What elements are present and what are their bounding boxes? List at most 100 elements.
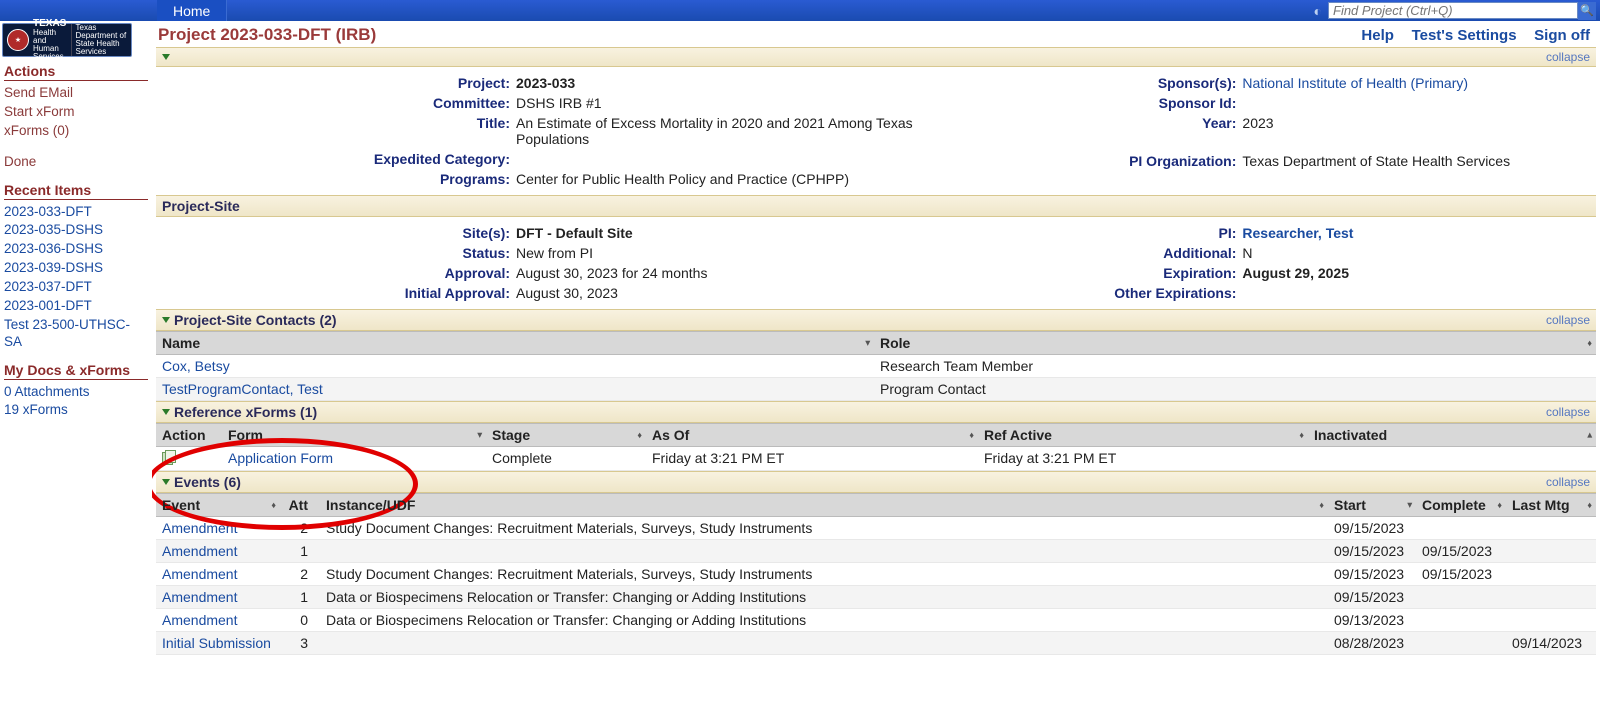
sidebar-recent-item[interactable]: 2023-036-DSHS (4, 240, 148, 259)
value-sponsors[interactable]: National Institute of Health (Primary) (1242, 73, 1596, 93)
collapse-link[interactable]: collapse (1546, 50, 1590, 64)
event-complete (1416, 517, 1506, 539)
sidebar-recent-item[interactable]: Test 23-500-UTHSC-SA (4, 316, 148, 352)
col-role[interactable]: Role♦ (874, 332, 1596, 354)
col-lastmtg[interactable]: Last Mtg♦ (1506, 494, 1596, 516)
collapse-link[interactable]: collapse (1546, 475, 1590, 489)
value-piorg: Texas Department of State Health Service… (1242, 151, 1596, 171)
value-initial: August 30, 2023 (516, 283, 962, 303)
logo-line2: Health and Human Services (33, 29, 67, 61)
sidebar-action-done[interactable]: Done (4, 153, 148, 172)
event-start: 09/13/2023 (1328, 609, 1416, 631)
col-event[interactable]: Event♦ (156, 494, 280, 516)
value-status: New from PI (516, 243, 962, 263)
label-year: Year: (962, 113, 1242, 133)
caret-down-icon[interactable] (162, 409, 170, 415)
event-complete (1416, 632, 1506, 654)
title-bar: Project 2023-033-DFT (IRB) Help Test's S… (152, 21, 1600, 47)
event-link[interactable]: Amendment (162, 520, 237, 536)
events-title: Events (6) (174, 474, 241, 490)
sidebar-recent-item[interactable]: 2023-033-DFT (4, 203, 148, 222)
sidebar-docs-xforms[interactable]: 19 xForms (4, 401, 148, 420)
col-action[interactable]: Action (156, 424, 222, 446)
value-otherexp (1242, 283, 1596, 303)
contact-name-link[interactable]: Cox, Betsy (162, 358, 230, 374)
sidebar-recent-item[interactable]: 2023-035-DSHS (4, 221, 148, 240)
refforms-title: Reference xForms (1) (174, 404, 317, 420)
signoff-link[interactable]: Sign off (1534, 27, 1590, 44)
event-complete (1416, 609, 1506, 631)
event-complete: 09/15/2023 (1416, 563, 1506, 585)
search-button[interactable]: 🔍 (1578, 2, 1596, 20)
col-start[interactable]: Start▾ (1328, 494, 1416, 516)
sidebar-action-startxform[interactable]: Start xForm (4, 103, 148, 122)
form-link[interactable]: Application Form (228, 450, 333, 466)
col-form[interactable]: Form▾ (222, 424, 486, 446)
collapse-link[interactable]: collapse (1546, 405, 1590, 419)
event-link[interactable]: Amendment (162, 612, 237, 628)
col-complete[interactable]: Complete♦ (1416, 494, 1506, 516)
sidebar-recent-item[interactable]: 2023-039-DSHS (4, 259, 148, 278)
sidebar-action-sendemail[interactable]: Send EMail (4, 84, 148, 103)
form-stage: Complete (486, 447, 646, 470)
page-title: Project 2023-033-DFT (IRB) (158, 25, 376, 45)
sidebar-docs-attachments[interactable]: 0 Attachments (4, 383, 148, 402)
sidebar-recent-item[interactable]: 2023-001-DFT (4, 297, 148, 316)
label-title: Title: (156, 113, 516, 149)
col-name[interactable]: Name▾ (156, 332, 874, 354)
contacts-header-row: Name▾ Role♦ (156, 331, 1596, 355)
col-refactive[interactable]: Ref Active♦ (978, 424, 1308, 446)
col-stage[interactable]: Stage♦ (486, 424, 646, 446)
event-att: 3 (280, 632, 320, 654)
event-instance (320, 632, 1328, 654)
label-sponsorid: Sponsor Id: (962, 93, 1242, 113)
home-tab[interactable]: Home (157, 0, 227, 21)
event-instance (320, 540, 1328, 562)
col-asof[interactable]: As Of♦ (646, 424, 978, 446)
table-row: Amendment0Data or Biospecimens Relocatio… (156, 609, 1596, 632)
label-status: Status: (156, 243, 516, 263)
event-link[interactable]: Amendment (162, 589, 237, 605)
value-pi[interactable]: Researcher, Test (1242, 223, 1596, 243)
value-programs: Center for Public Health Policy and Prac… (516, 169, 962, 189)
copy-icon[interactable] (162, 450, 176, 464)
event-link[interactable]: Initial Submission (162, 635, 271, 651)
event-complete: 09/15/2023 (1416, 540, 1506, 562)
events-bar: Events (6) collapse (156, 471, 1596, 493)
col-att[interactable]: Att (280, 494, 320, 516)
col-instance[interactable]: Instance/UDF♦ (320, 494, 1328, 516)
table-row: TestProgramContact, Test Program Contact (156, 378, 1596, 401)
label-expiration: Expiration: (962, 263, 1242, 283)
refforms-header-row: Action Form▾ Stage♦ As Of♦ Ref Active♦ I… (156, 423, 1596, 447)
col-inactivated[interactable]: Inactivated▴ (1308, 424, 1596, 446)
table-row: Amendment1Data or Biospecimens Relocatio… (156, 586, 1596, 609)
help-link[interactable]: Help (1361, 27, 1394, 44)
event-link[interactable]: Amendment (162, 566, 237, 582)
help-icon[interactable]: ◐ (1314, 3, 1322, 19)
event-link[interactable]: Amendment (162, 543, 237, 559)
contact-name-link[interactable]: TestProgramContact, Test (162, 381, 323, 397)
events-header-row: Event♦ Att Instance/UDF♦ Start▾ Complete… (156, 493, 1596, 517)
search-input[interactable] (1328, 2, 1578, 19)
value-additional: N (1242, 243, 1596, 263)
sidebar-recent-item[interactable]: 2023-037-DFT (4, 278, 148, 297)
project-details: Project:2023-033 Committee:DSHS IRB #1 T… (156, 67, 1596, 195)
value-approval: August 30, 2023 for 24 months (516, 263, 962, 283)
caret-down-icon[interactable] (162, 317, 170, 323)
value-committee: DSHS IRB #1 (516, 93, 962, 113)
event-att: 2 (280, 517, 320, 539)
settings-link[interactable]: Test's Settings (1412, 27, 1517, 44)
table-row: Initial Submission308/28/202309/14/2023 (156, 632, 1596, 655)
event-att: 2 (280, 563, 320, 585)
sidebar-action-xforms[interactable]: xForms (0) (4, 122, 148, 141)
event-start: 08/28/2023 (1328, 632, 1416, 654)
logo-line3: Texas Department of State Health Service… (71, 24, 127, 56)
table-row: Cox, Betsy Research Team Member (156, 355, 1596, 378)
caret-down-icon[interactable] (162, 479, 170, 485)
event-start: 09/15/2023 (1328, 517, 1416, 539)
event-start: 09/15/2023 (1328, 563, 1416, 585)
value-sponsorid (1242, 93, 1596, 113)
contacts-bar: Project-Site Contacts (2) collapse (156, 309, 1596, 331)
caret-down-icon[interactable] (162, 54, 170, 60)
collapse-link[interactable]: collapse (1546, 313, 1590, 327)
